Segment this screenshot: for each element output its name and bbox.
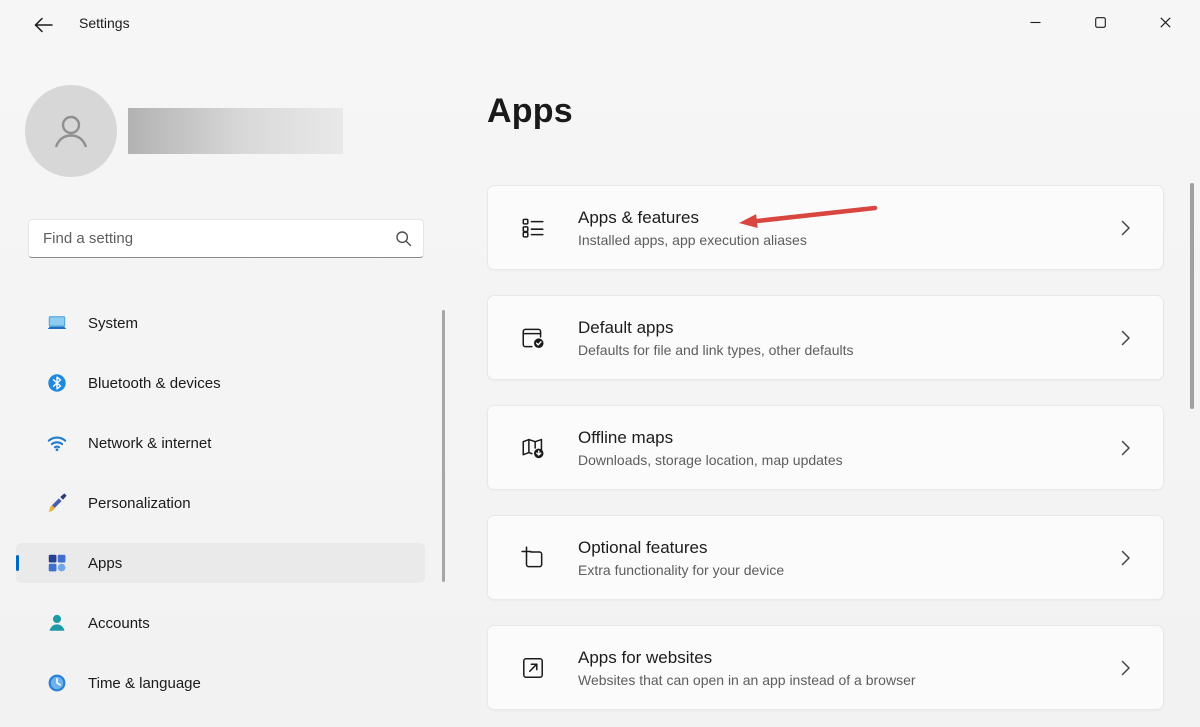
network-icon — [46, 432, 68, 454]
card-default-apps[interactable]: Default apps Defaults for file and link … — [487, 295, 1164, 380]
apps-for-websites-icon — [520, 655, 546, 681]
sidebar-item-label: Network & internet — [88, 435, 211, 452]
card-offline-maps[interactable]: Offline maps Downloads, storage location… — [487, 405, 1164, 490]
sidebar-item-label: Apps — [88, 555, 122, 572]
system-icon — [46, 312, 68, 334]
maximize-icon — [1095, 17, 1106, 28]
sidebar-item-system[interactable]: System — [16, 303, 425, 343]
window-title: Settings — [79, 15, 130, 31]
back-button[interactable] — [22, 10, 64, 40]
person-icon — [47, 107, 95, 155]
bluetooth-icon — [46, 372, 68, 394]
card-apps-for-websites[interactable]: Apps for websites Websites that can open… — [487, 625, 1164, 710]
maximize-button[interactable] — [1068, 0, 1133, 44]
card-title: Optional features — [578, 537, 1119, 558]
card-optional-features[interactable]: Optional features Extra functionality fo… — [487, 515, 1164, 600]
sidebar-item-network-internet[interactable]: Network & internet — [16, 423, 425, 463]
sidebar-item-apps[interactable]: Apps — [16, 543, 425, 583]
sidebar-item-label: Bluetooth & devices — [88, 375, 221, 392]
card-apps-and-features[interactable]: Apps & features Installed apps, app exec… — [487, 185, 1164, 270]
sidebar-scrollbar[interactable] — [442, 310, 445, 582]
chevron-right-icon — [1119, 330, 1133, 346]
sidebar-item-time-language[interactable]: Time & language — [16, 663, 425, 703]
sidebar-item-personalization[interactable]: Personalization — [16, 483, 425, 523]
selected-indicator — [16, 555, 19, 571]
minimize-button[interactable] — [1003, 0, 1068, 44]
offline-maps-icon — [520, 435, 546, 461]
sidebar-item-label: Accounts — [88, 615, 150, 632]
sidebar-item-accounts[interactable]: Accounts — [16, 603, 425, 643]
apps-features-icon — [520, 215, 546, 241]
close-button[interactable] — [1133, 0, 1198, 44]
avatar[interactable] — [25, 85, 117, 177]
user-name-redacted — [128, 108, 343, 154]
close-icon — [1160, 17, 1171, 28]
time-language-icon — [46, 672, 68, 694]
settings-window: Settings — [0, 0, 1200, 727]
optional-features-icon — [520, 545, 546, 571]
card-subtitle: Websites that can open in an app instead… — [578, 672, 1119, 688]
card-subtitle: Extra functionality for your device — [578, 562, 1119, 578]
sidebar-item-label: Time & language — [88, 675, 201, 692]
card-title: Offline maps — [578, 427, 1119, 448]
sidebar-item-bluetooth-devices[interactable]: Bluetooth & devices — [16, 363, 425, 403]
search-box — [28, 219, 424, 258]
card-subtitle: Defaults for file and link types, other … — [578, 342, 1119, 358]
page-title: Apps — [487, 92, 573, 131]
apps-icon — [46, 552, 68, 574]
minimize-icon — [1030, 17, 1041, 28]
window-scrollbar[interactable] — [1190, 183, 1194, 409]
card-subtitle: Downloads, storage location, map updates — [578, 452, 1119, 468]
window-controls — [1003, 0, 1198, 44]
chevron-right-icon — [1119, 550, 1133, 566]
default-apps-icon — [520, 325, 546, 351]
chevron-right-icon — [1119, 660, 1133, 676]
accounts-icon — [46, 612, 68, 634]
sidebar-item-label: System — [88, 315, 138, 332]
back-arrow-icon — [34, 17, 53, 33]
card-title: Apps for websites — [578, 647, 1119, 668]
card-title: Default apps — [578, 317, 1119, 338]
personalization-icon — [46, 492, 68, 514]
chevron-right-icon — [1119, 220, 1133, 236]
sidebar-nav: System Bluetooth & devices — [16, 303, 425, 723]
sidebar-item-label: Personalization — [88, 495, 191, 512]
titlebar: Settings — [0, 0, 1200, 48]
chevron-right-icon — [1119, 440, 1133, 456]
search-icon[interactable] — [383, 230, 423, 247]
card-subtitle: Installed apps, app execution aliases — [578, 232, 1119, 248]
card-title: Apps & features — [578, 207, 1119, 228]
search-input[interactable] — [29, 220, 383, 257]
